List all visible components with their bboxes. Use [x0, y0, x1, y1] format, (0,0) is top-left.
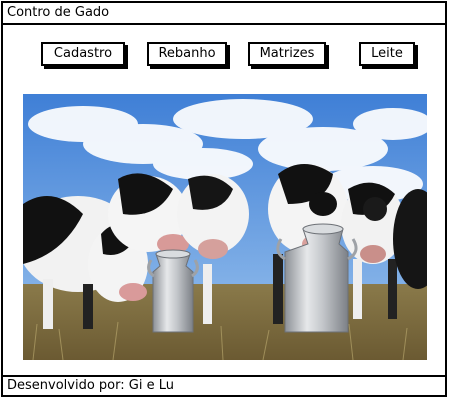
app-window: Contro de Gado Cadastro Rebanho Matrizes… [1, 1, 447, 397]
matrizes-button[interactable]: Matrizes [248, 42, 326, 66]
rebanho-button[interactable]: Rebanho [147, 42, 227, 66]
window-title: Contro de Gado [3, 3, 445, 25]
cows-photo [23, 94, 427, 360]
leite-button[interactable]: Leite [359, 42, 415, 66]
cadastro-button[interactable]: Cadastro [41, 42, 125, 66]
footer-credits: Desenvolvido por: Gi e Lu [3, 375, 445, 395]
cows-illustration [23, 94, 427, 360]
